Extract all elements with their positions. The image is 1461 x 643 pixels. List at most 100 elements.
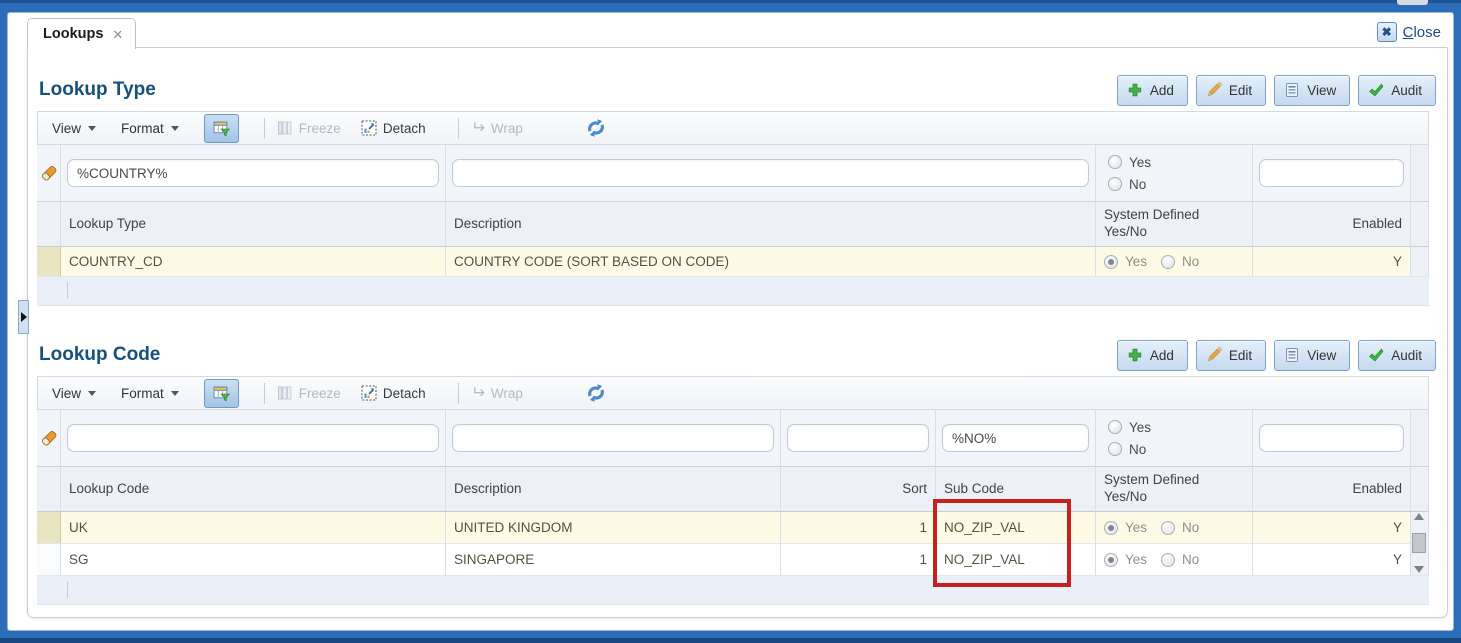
vertical-scrollbar[interactable] (1411, 513, 1427, 573)
query-by-example-toggle[interactable] (203, 378, 239, 408)
pencil-icon (1207, 347, 1222, 362)
cell-lookup-code[interactable]: SG (61, 544, 446, 576)
system-defined-filter-cell: Yes No (1096, 145, 1253, 202)
view-menu[interactable]: View (52, 386, 97, 401)
check-icon (1369, 83, 1384, 97)
query-by-example-toggle[interactable] (203, 113, 239, 143)
row-selector[interactable] (37, 247, 61, 277)
toolbar-separator (263, 382, 265, 404)
document-icon (1286, 83, 1299, 97)
row-selector[interactable] (37, 544, 61, 576)
view-menu[interactable]: View (52, 121, 97, 136)
lookup-code-table: Yes No Lookup Code Description Sort Sub … (37, 410, 1429, 605)
filter-cell (446, 145, 1096, 202)
system-defined-filter-cell: Yes No (1096, 410, 1253, 467)
refresh-icon (587, 119, 604, 137)
lookup-type-toolbar: View Format Freeze Detach ↵ Wrap (37, 111, 1429, 145)
tab-close-icon[interactable]: ✕ (112, 28, 123, 41)
radio-yes[interactable] (1108, 155, 1122, 169)
page-surface: Lookups ✕ ✖ Close Lookup Type Add Edit V… (7, 12, 1454, 631)
edit-button[interactable]: Edit (1195, 339, 1267, 371)
refresh-icon (587, 384, 604, 402)
radio-no[interactable] (1108, 442, 1122, 456)
refresh-button[interactable] (585, 383, 607, 403)
cell-sub-code: NO_ZIP_VAL (936, 512, 1096, 544)
audit-button[interactable]: Audit (1358, 339, 1436, 371)
radio-yes-selected[interactable] (1104, 254, 1118, 269)
chevron-down-icon (88, 391, 97, 400)
row-selector[interactable] (37, 512, 61, 544)
description-filter-input[interactable] (452, 159, 1089, 187)
add-button[interactable]: Add (1116, 339, 1188, 371)
close-button[interactable]: ✖ Close (1376, 22, 1441, 42)
window-frame-top (0, 0, 1461, 3)
pencil-icon (1207, 82, 1222, 97)
window-frame-bottom (0, 638, 1461, 643)
lookup-type-filter-input[interactable] (67, 159, 439, 187)
scroll-down-arrow-icon[interactable] (1414, 566, 1424, 573)
panel-splitter-handle[interactable] (18, 300, 29, 334)
cell-description[interactable]: UNITED KINGDOM (446, 512, 781, 544)
detach-icon (361, 385, 377, 401)
application-window: Lookups ✕ ✖ Close Lookup Type Add Edit V… (0, 0, 1461, 643)
document-icon (1286, 348, 1299, 362)
eraser-icon (41, 431, 56, 446)
lookup-type-title: Lookup Type (39, 79, 156, 100)
eraser-icon (41, 166, 56, 181)
add-button[interactable]: Add (1116, 74, 1188, 106)
radio-yes[interactable] (1108, 420, 1122, 434)
cell-description[interactable]: COUNTRY CODE (SORT BASED ON CODE) (446, 247, 1096, 277)
col-system-defined: System Defined Yes/No (1096, 202, 1253, 247)
scroll-up-arrow-icon[interactable] (1414, 513, 1424, 520)
table-filter-icon (213, 121, 230, 136)
row-header-cell (37, 467, 61, 512)
plus-icon (1128, 83, 1142, 97)
enabled-filter-input[interactable] (1259, 424, 1404, 452)
cell-lookup-type[interactable]: COUNTRY_CD (61, 247, 446, 277)
enabled-filter-input[interactable] (1259, 159, 1404, 187)
radio-yes-selected[interactable] (1104, 552, 1118, 567)
chevron-down-icon (170, 126, 179, 135)
format-menu[interactable]: Format (121, 386, 179, 401)
wrap-icon: ↵ (470, 383, 485, 402)
col-system-defined: System Defined Yes/No (1096, 467, 1253, 512)
col-description: Description (446, 467, 781, 512)
view-button[interactable]: View (1274, 74, 1351, 106)
freeze-columns-icon (277, 386, 292, 400)
cell-system-defined: Yes No (1096, 544, 1253, 576)
row-header-cell (37, 202, 61, 247)
filler-cell (1411, 145, 1429, 202)
radio-no[interactable] (1108, 177, 1122, 191)
lookup-code-toolbar: View Format Freeze Detach ↵ Wrap (37, 376, 1429, 410)
format-menu[interactable]: Format (121, 121, 179, 136)
sort-filter-input[interactable] (787, 424, 929, 452)
description-filter-input[interactable] (452, 424, 774, 452)
lookup-code-filter-input[interactable] (67, 424, 439, 452)
radio-yes-selected[interactable] (1104, 520, 1118, 535)
cell-description[interactable]: SINGAPORE (446, 544, 781, 576)
tab-lookups[interactable]: Lookups ✕ (27, 18, 137, 49)
filter-cell (781, 410, 936, 467)
lookup-type-header-row: Lookup Type Add Edit View Audit (39, 73, 1436, 107)
radio-no[interactable] (1161, 552, 1176, 567)
scrollbar-thumb[interactable] (1412, 533, 1426, 553)
toolbar-separator (457, 382, 459, 404)
sub-code-filter-input[interactable] (942, 424, 1089, 452)
radio-no[interactable] (1161, 254, 1176, 269)
detach-icon (361, 120, 377, 136)
filter-eraser-cell (37, 410, 61, 467)
cell-enabled: Y (1253, 247, 1411, 277)
edit-button[interactable]: Edit (1195, 74, 1267, 106)
table-filter-icon (213, 386, 230, 401)
view-button[interactable]: View (1274, 339, 1351, 371)
refresh-button[interactable] (585, 118, 607, 138)
radio-no[interactable] (1161, 520, 1176, 535)
close-icon[interactable]: ✖ (1376, 22, 1397, 42)
lookup-code-title: Lookup Code (39, 344, 161, 365)
chevron-down-icon (170, 391, 179, 400)
filter-cell (61, 410, 446, 467)
cell-lookup-code[interactable]: UK (61, 512, 446, 544)
audit-button[interactable]: Audit (1358, 74, 1436, 106)
detach-button[interactable]: Detach (361, 385, 426, 401)
detach-button[interactable]: Detach (361, 120, 426, 136)
